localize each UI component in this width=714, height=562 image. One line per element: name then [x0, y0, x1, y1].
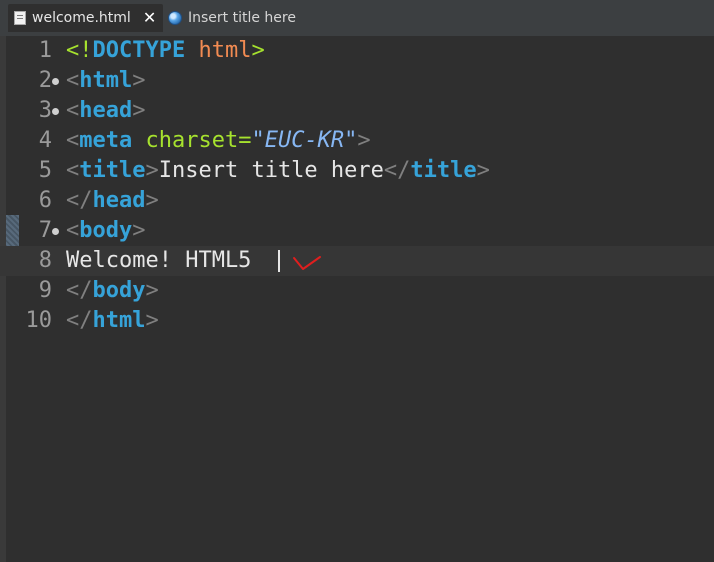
code-token: Insert title here: [158, 158, 384, 183]
code-token: <: [66, 218, 80, 243]
code-token: charset: [145, 128, 239, 153]
code-text: </body>: [66, 276, 159, 306]
code-token: </: [66, 308, 93, 333]
line-number: 8: [38, 248, 52, 273]
code-line[interactable]: 7 <body>: [0, 216, 714, 246]
code-token: html: [79, 68, 133, 93]
line-number: 9: [38, 278, 52, 303]
code-line[interactable]: 2 <html>: [0, 66, 714, 96]
code-token: <!: [66, 38, 93, 63]
code-token: <: [66, 98, 80, 123]
code-token: >: [145, 308, 159, 333]
code-token: Welcome! HTML5: [66, 248, 252, 273]
code-token: head: [92, 188, 146, 213]
code-text: <html>: [66, 66, 145, 96]
line-number: 3: [38, 98, 52, 123]
code-text: <meta charset="EUC-KR">: [66, 126, 371, 156]
tab-label: welcome.html: [32, 10, 131, 26]
code-token: <: [66, 68, 80, 93]
code-text: <body>: [66, 216, 145, 246]
line-number: 7: [38, 218, 52, 243]
checkmark-annotation-icon: [293, 256, 321, 270]
tab-browser-preview[interactable]: Insert title here: [168, 4, 296, 32]
editor-tab-bar: welcome.html ✕ Insert title here: [0, 0, 714, 37]
code-text: </head>: [66, 186, 159, 216]
code-token: "EUC-KR": [251, 128, 358, 153]
code-token: meta: [79, 128, 133, 153]
line-number: 5: [38, 158, 52, 183]
code-token: body: [79, 218, 133, 243]
code-token: body: [92, 278, 146, 303]
code-line[interactable]: 10 </html>: [0, 306, 714, 336]
line-number: 10: [25, 308, 53, 333]
code-token: </: [383, 158, 411, 183]
code-editor[interactable]: 1 <!DOCTYPE html> 2 <html> 3 <head> 4 <meta cha…: [0, 36, 714, 562]
code-token: >: [132, 98, 146, 123]
code-line[interactable]: 9 </body>: [0, 276, 714, 306]
line-number: 6: [38, 188, 52, 213]
code-token: title: [79, 158, 146, 183]
code-token: html: [92, 308, 146, 333]
code-token: >: [132, 218, 146, 243]
code-token: </: [66, 188, 93, 213]
text-cursor: [278, 250, 280, 272]
code-token: >: [145, 278, 159, 303]
code-token: DOCTYPE: [92, 38, 186, 63]
code-token: >: [476, 158, 490, 183]
fold-toggle-icon[interactable]: [52, 78, 59, 85]
code-token: >: [132, 68, 146, 93]
code-line[interactable]: 1 <!DOCTYPE html>: [0, 36, 714, 66]
code-token: <: [66, 128, 80, 153]
close-icon[interactable]: ✕: [143, 10, 156, 26]
code-line[interactable]: 4 <meta charset="EUC-KR">: [0, 126, 714, 156]
code-token: head: [79, 98, 133, 123]
html-file-icon: [14, 11, 26, 25]
code-token: </: [66, 278, 93, 303]
code-token: html: [198, 38, 252, 63]
code-token: >: [251, 38, 265, 63]
code-token: >: [357, 128, 371, 153]
code-text: <!DOCTYPE html>: [66, 36, 265, 66]
code-token: title: [410, 158, 477, 183]
code-text: <title>Insert title here</title>: [66, 156, 490, 186]
code-text: <head>: [66, 96, 145, 126]
fold-toggle-icon[interactable]: [52, 228, 59, 235]
fold-toggle-icon[interactable]: [52, 108, 59, 115]
code-token: >: [145, 158, 159, 183]
code-token: <: [66, 158, 80, 183]
line-number: 2: [38, 68, 52, 93]
code-line[interactable]: 6 </head>: [0, 186, 714, 216]
line-number: 4: [38, 128, 52, 153]
code-text: Welcome! HTML5: [66, 246, 251, 276]
code-line[interactable]: 3 <head>: [0, 96, 714, 126]
code-line[interactable]: 8 Welcome! HTML5: [0, 246, 714, 276]
globe-icon: [168, 11, 182, 25]
line-number: 1: [38, 38, 52, 63]
tab-label: Insert title here: [188, 10, 296, 26]
code-line[interactable]: 5 <title>Insert title here</title>: [0, 156, 714, 186]
code-token: >: [145, 188, 159, 213]
tab-welcome-html[interactable]: welcome.html ✕: [8, 4, 163, 32]
code-token: =: [238, 128, 252, 153]
code-text: </html>: [66, 306, 159, 336]
